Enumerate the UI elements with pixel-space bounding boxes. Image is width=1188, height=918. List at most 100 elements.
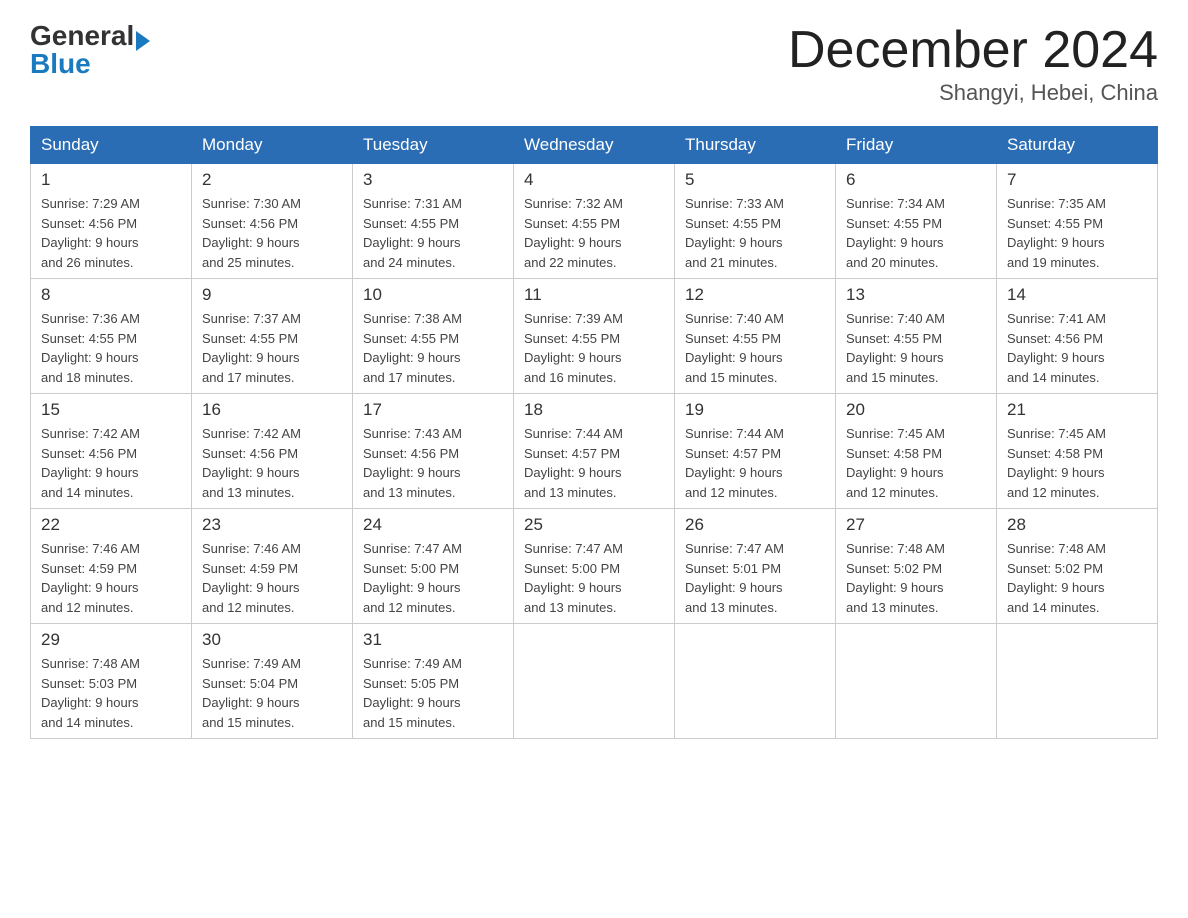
day-info: Sunrise: 7:42 AMSunset: 4:56 PMDaylight:… — [202, 424, 342, 502]
day-info: Sunrise: 7:34 AMSunset: 4:55 PMDaylight:… — [846, 194, 986, 272]
day-number: 2 — [202, 170, 342, 190]
day-cell: 1 Sunrise: 7:29 AMSunset: 4:56 PMDaylight… — [31, 164, 192, 279]
day-number: 22 — [41, 515, 181, 535]
title-block: December 2024 Shangyi, Hebei, China — [788, 20, 1158, 106]
day-info: Sunrise: 7:44 AMSunset: 4:57 PMDaylight:… — [685, 424, 825, 502]
week-row-4: 22 Sunrise: 7:46 AMSunset: 4:59 PMDayligh… — [31, 509, 1158, 624]
day-cell: 27 Sunrise: 7:48 AMSunset: 5:02 PMDayligh… — [836, 509, 997, 624]
day-info: Sunrise: 7:30 AMSunset: 4:56 PMDaylight:… — [202, 194, 342, 272]
day-number: 24 — [363, 515, 503, 535]
day-cell: 24Sunrise: 7:47 AMSunset: 5:00 PMDayligh… — [353, 509, 514, 624]
logo-blue: Blue — [30, 48, 150, 80]
day-info: Sunrise: 7:36 AMSunset: 4:55 PMDaylight:… — [41, 309, 181, 387]
day-number: 6 — [846, 170, 986, 190]
day-info: Sunrise: 7:33 AMSunset: 4:55 PMDaylight:… — [685, 194, 825, 272]
day-number: 18 — [524, 400, 664, 420]
day-info: Sunrise: 7:46 AMSunset: 4:59 PMDaylight:… — [202, 539, 342, 617]
logo-arrow-icon — [136, 31, 150, 51]
location-title: Shangyi, Hebei, China — [788, 80, 1158, 106]
day-number: 27 — [846, 515, 986, 535]
day-cell: 29 Sunrise: 7:48 AMSunset: 5:03 PMDayligh… — [31, 624, 192, 739]
day-info: Sunrise: 7:46 AMSunset: 4:59 PMDaylight:… — [41, 539, 181, 617]
day-cell: 30Sunrise: 7:49 AMSunset: 5:04 PMDayligh… — [192, 624, 353, 739]
day-cell — [836, 624, 997, 739]
day-cell: 26Sunrise: 7:47 AMSunset: 5:01 PMDayligh… — [675, 509, 836, 624]
week-row-5: 29 Sunrise: 7:48 AMSunset: 5:03 PMDayligh… — [31, 624, 1158, 739]
day-info: Sunrise: 7:39 AMSunset: 4:55 PMDaylight:… — [524, 309, 664, 387]
day-number: 29 — [41, 630, 181, 650]
day-cell: 16 Sunrise: 7:42 AMSunset: 4:56 PMDayligh… — [192, 394, 353, 509]
day-number: 7 — [1007, 170, 1147, 190]
day-number: 21 — [1007, 400, 1147, 420]
day-info: Sunrise: 7:43 AMSunset: 4:56 PMDaylight:… — [363, 424, 503, 502]
day-info: Sunrise: 7:49 AMSunset: 5:04 PMDaylight:… — [202, 654, 342, 732]
week-row-2: 8 Sunrise: 7:36 AMSunset: 4:55 PMDaylight… — [31, 279, 1158, 394]
day-cell: 4Sunrise: 7:32 AMSunset: 4:55 PMDaylight… — [514, 164, 675, 279]
day-number: 28 — [1007, 515, 1147, 535]
calendar-table: SundayMondayTuesdayWednesdayThursdayFrid… — [30, 126, 1158, 739]
day-info: Sunrise: 7:45 AMSunset: 4:58 PMDaylight:… — [846, 424, 986, 502]
day-cell: 20 Sunrise: 7:45 AMSunset: 4:58 PMDayligh… — [836, 394, 997, 509]
day-info: Sunrise: 7:49 AMSunset: 5:05 PMDaylight:… — [363, 654, 503, 732]
day-cell: 13Sunrise: 7:40 AMSunset: 4:55 PMDayligh… — [836, 279, 997, 394]
weekday-header-row: SundayMondayTuesdayWednesdayThursdayFrid… — [31, 127, 1158, 164]
day-info: Sunrise: 7:29 AMSunset: 4:56 PMDaylight:… — [41, 194, 181, 272]
logo-general: General — [30, 20, 134, 51]
day-cell — [997, 624, 1158, 739]
day-number: 10 — [363, 285, 503, 305]
day-cell: 10 Sunrise: 7:38 AMSunset: 4:55 PMDayligh… — [353, 279, 514, 394]
day-cell: 19 Sunrise: 7:44 AMSunset: 4:57 PMDayligh… — [675, 394, 836, 509]
day-info: Sunrise: 7:48 AMSunset: 5:03 PMDaylight:… — [41, 654, 181, 732]
day-cell: 7 Sunrise: 7:35 AMSunset: 4:55 PMDaylight… — [997, 164, 1158, 279]
day-number: 12 — [685, 285, 825, 305]
day-cell: 28Sunrise: 7:48 AMSunset: 5:02 PMDayligh… — [997, 509, 1158, 624]
week-row-1: 1 Sunrise: 7:29 AMSunset: 4:56 PMDaylight… — [31, 164, 1158, 279]
day-number: 17 — [363, 400, 503, 420]
day-cell: 23 Sunrise: 7:46 AMSunset: 4:59 PMDayligh… — [192, 509, 353, 624]
day-number: 3 — [363, 170, 503, 190]
day-cell: 5 Sunrise: 7:33 AMSunset: 4:55 PMDaylight… — [675, 164, 836, 279]
day-info: Sunrise: 7:37 AMSunset: 4:55 PMDaylight:… — [202, 309, 342, 387]
day-cell — [675, 624, 836, 739]
page-header: General Blue December 2024 Shangyi, Hebe… — [30, 20, 1158, 106]
day-info: Sunrise: 7:47 AMSunset: 5:01 PMDaylight:… — [685, 539, 825, 617]
day-cell: 12 Sunrise: 7:40 AMSunset: 4:55 PMDayligh… — [675, 279, 836, 394]
day-info: Sunrise: 7:44 AMSunset: 4:57 PMDaylight:… — [524, 424, 664, 502]
day-number: 11 — [524, 285, 664, 305]
day-info: Sunrise: 7:48 AMSunset: 5:02 PMDaylight:… — [846, 539, 986, 617]
day-info: Sunrise: 7:35 AMSunset: 4:55 PMDaylight:… — [1007, 194, 1147, 272]
day-cell: 21Sunrise: 7:45 AMSunset: 4:58 PMDayligh… — [997, 394, 1158, 509]
day-number: 1 — [41, 170, 181, 190]
weekday-header-thursday: Thursday — [675, 127, 836, 164]
day-number: 15 — [41, 400, 181, 420]
weekday-header-sunday: Sunday — [31, 127, 192, 164]
day-number: 16 — [202, 400, 342, 420]
day-number: 5 — [685, 170, 825, 190]
weekday-header-tuesday: Tuesday — [353, 127, 514, 164]
weekday-header-saturday: Saturday — [997, 127, 1158, 164]
day-number: 25 — [524, 515, 664, 535]
day-info: Sunrise: 7:40 AMSunset: 4:55 PMDaylight:… — [685, 309, 825, 387]
day-number: 8 — [41, 285, 181, 305]
day-number: 4 — [524, 170, 664, 190]
day-number: 31 — [363, 630, 503, 650]
day-cell — [514, 624, 675, 739]
day-number: 14 — [1007, 285, 1147, 305]
day-number: 19 — [685, 400, 825, 420]
day-number: 23 — [202, 515, 342, 535]
logo: General Blue — [30, 20, 150, 80]
day-cell: 2 Sunrise: 7:30 AMSunset: 4:56 PMDaylight… — [192, 164, 353, 279]
day-cell: 17 Sunrise: 7:43 AMSunset: 4:56 PMDayligh… — [353, 394, 514, 509]
weekday-header-wednesday: Wednesday — [514, 127, 675, 164]
day-cell: 18 Sunrise: 7:44 AMSunset: 4:57 PMDayligh… — [514, 394, 675, 509]
day-cell: 22 Sunrise: 7:46 AMSunset: 4:59 PMDayligh… — [31, 509, 192, 624]
day-number: 20 — [846, 400, 986, 420]
day-info: Sunrise: 7:38 AMSunset: 4:55 PMDaylight:… — [363, 309, 503, 387]
day-cell: 3 Sunrise: 7:31 AMSunset: 4:55 PMDaylight… — [353, 164, 514, 279]
day-info: Sunrise: 7:31 AMSunset: 4:55 PMDaylight:… — [363, 194, 503, 272]
day-cell: 11 Sunrise: 7:39 AMSunset: 4:55 PMDayligh… — [514, 279, 675, 394]
month-title: December 2024 — [788, 20, 1158, 80]
day-cell: 15Sunrise: 7:42 AMSunset: 4:56 PMDayligh… — [31, 394, 192, 509]
day-cell: 9Sunrise: 7:37 AMSunset: 4:55 PMDaylight… — [192, 279, 353, 394]
day-cell: 31 Sunrise: 7:49 AMSunset: 5:05 PMDayligh… — [353, 624, 514, 739]
